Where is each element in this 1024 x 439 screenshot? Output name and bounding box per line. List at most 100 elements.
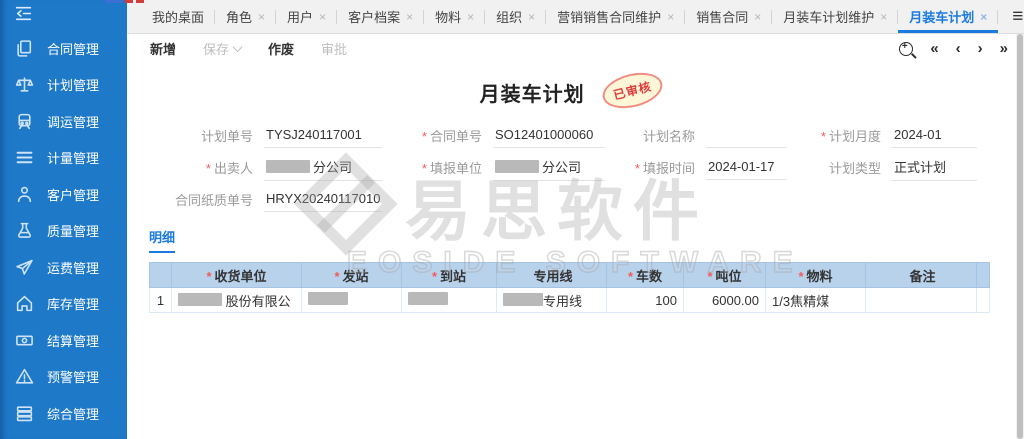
paper-contract-no-input[interactable]: HRYX20240117010: [264, 188, 382, 212]
person-icon: [15, 185, 34, 204]
tab-user[interactable]: 用户×: [276, 0, 337, 33]
col-car-count[interactable]: *车数: [607, 263, 684, 288]
tab-list-menu-icon[interactable]: ≡: [998, 0, 1024, 33]
detail-table: *收货单位 *发站 *到站 专用线 *车数 *吨位 *物料 备注 1 股份有限公: [149, 262, 990, 313]
close-icon[interactable]: ×: [406, 10, 413, 24]
field-reporting-time: *填报时间 2024-01-17: [619, 154, 801, 181]
next-page-button[interactable]: ›: [978, 41, 983, 56]
cell-dedicated-line[interactable]: 专用线: [497, 288, 607, 313]
sidebar-item-comprehensive[interactable]: 综合管理: [0, 395, 127, 432]
col-material[interactable]: *物料: [766, 263, 866, 288]
scrollbar-thumb[interactable]: [1017, 34, 1023, 439]
redacted-text: [266, 160, 310, 173]
col-arrival-station[interactable]: *到站: [402, 263, 497, 288]
tab-monthly-loading-plan[interactable]: 月装车计划×: [898, 0, 998, 33]
plan-type-input[interactable]: 正式计划: [892, 155, 977, 181]
contract-no-input[interactable]: SO12401000060: [493, 124, 605, 148]
menu-fold-icon: [14, 4, 33, 26]
sidebar-item-contract[interactable]: 合同管理: [0, 30, 127, 67]
close-icon[interactable]: ×: [880, 10, 887, 24]
sidebar-item-label: 计划管理: [47, 75, 99, 94]
redacted-text: [408, 292, 448, 305]
sidebar-item-warning[interactable]: 预警管理: [0, 359, 127, 396]
cell-car-count[interactable]: 100: [607, 288, 684, 313]
close-icon[interactable]: ×: [467, 10, 474, 24]
sidebar-item-freight[interactable]: 运费管理: [0, 249, 127, 286]
approved-stamp: 已审核: [599, 67, 666, 114]
cell-arrival-station[interactable]: [402, 288, 497, 313]
tab-organization[interactable]: 组织×: [485, 0, 546, 33]
cell-consignee[interactable]: 股份有限公: [172, 288, 302, 313]
copy-icon: [15, 39, 34, 58]
void-button[interactable]: 作废: [268, 39, 294, 58]
tab-sales-contract-maintain[interactable]: 营销销售合同维护×: [546, 0, 685, 33]
chevron-down-icon: [233, 42, 243, 52]
tab-customer-archive[interactable]: 客户档案×: [337, 0, 424, 33]
field-plan-month: *计划月度 2024-01: [801, 122, 991, 149]
approve-button[interactable]: 审批: [321, 39, 347, 58]
sidebar-item-label: 计量管理: [47, 148, 99, 167]
close-icon[interactable]: ×: [754, 10, 761, 24]
tab-monthly-loading-plan-maintain[interactable]: 月装车计划维护×: [772, 0, 898, 33]
zoom-icon[interactable]: [899, 42, 913, 56]
col-departure-station[interactable]: *发站: [302, 263, 402, 288]
close-icon[interactable]: ×: [319, 10, 326, 24]
col-dedicated-line[interactable]: 专用线: [497, 263, 607, 288]
prev-page-button[interactable]: ‹: [956, 41, 961, 56]
last-page-button[interactable]: »: [1000, 41, 1008, 56]
field-plan-name: 计划名称: [619, 122, 801, 149]
window-edge-artifact: [105, 0, 123, 3]
close-icon[interactable]: ×: [528, 10, 535, 24]
tab-detail[interactable]: 明细: [149, 227, 175, 253]
cell-material[interactable]: 1/3焦精煤: [766, 288, 866, 313]
window-edge-artifact: [136, 0, 144, 3]
sidebar-item-label: 运费管理: [47, 258, 99, 277]
page-title: 月装车计划: [480, 78, 585, 107]
sidebar-item-measure[interactable]: 计量管理: [0, 140, 127, 177]
plan-no-input[interactable]: TYSJ240117001: [264, 124, 382, 148]
table-row[interactable]: 1 股份有限公 专用线 100 6000.00 1/3焦精煤: [150, 288, 990, 313]
reporting-time-input[interactable]: 2024-01-17: [706, 156, 787, 180]
close-icon[interactable]: ×: [667, 10, 674, 24]
sidebar-item-transport[interactable]: 调运管理: [0, 103, 127, 140]
close-icon[interactable]: ×: [980, 10, 987, 24]
field-plan-type: 计划类型 正式计划: [801, 154, 991, 181]
plan-month-input[interactable]: 2024-01: [892, 124, 977, 148]
reporting-unit-input[interactable]: 分公司: [493, 155, 605, 181]
sidebar-item-label: 结算管理: [47, 331, 99, 350]
sidebar-item-customer[interactable]: 客户管理: [0, 176, 127, 213]
field-contract-no: *合同单号 SO12401000060: [396, 122, 619, 149]
redacted-text: [495, 160, 539, 173]
close-icon[interactable]: ×: [258, 10, 265, 24]
save-button[interactable]: 保存: [203, 39, 241, 58]
add-button[interactable]: 新增: [150, 39, 176, 58]
col-tonnage[interactable]: *吨位: [684, 263, 766, 288]
sidebar: 合同管理 计划管理 调运管理 计量管理 客户管理 质量管理 运费管理 库存管理: [0, 0, 127, 439]
col-scroll-spacer: [977, 263, 990, 288]
plan-form: 计划单号 TYSJ240117001 *合同单号 SO12401000060 计…: [149, 122, 1002, 213]
col-remark[interactable]: 备注: [866, 263, 977, 288]
tab-role[interactable]: 角色×: [215, 0, 276, 33]
cell-scroll-spacer: [977, 288, 990, 313]
cell-departure-station[interactable]: [302, 288, 402, 313]
cell-tonnage[interactable]: 6000.00: [684, 288, 766, 313]
field-seller: *出卖人 分公司: [149, 154, 396, 181]
paper-plane-icon: [15, 258, 34, 277]
sidebar-item-settlement[interactable]: 结算管理: [0, 322, 127, 359]
banknote-icon: [15, 331, 34, 350]
sidebar-item-label: 库存管理: [47, 294, 99, 313]
plan-name-input[interactable]: [706, 124, 787, 148]
tab-my-desktop[interactable]: 我的桌面: [141, 0, 215, 33]
tab-material[interactable]: 物料×: [424, 0, 485, 33]
col-consignee[interactable]: *收货单位: [172, 263, 302, 288]
seller-input[interactable]: 分公司: [264, 155, 382, 181]
sidebar-item-quality[interactable]: 质量管理: [0, 213, 127, 250]
cell-remark[interactable]: [866, 288, 977, 313]
sidebar-item-plan[interactable]: 计划管理: [0, 67, 127, 104]
sidebar-collapse-button[interactable]: [0, 0, 127, 30]
vertical-scrollbar[interactable]: [1016, 34, 1024, 439]
tab-sales-contract[interactable]: 销售合同×: [685, 0, 772, 33]
sidebar-item-inventory[interactable]: 库存管理: [0, 286, 127, 323]
sidebar-item-label: 调运管理: [47, 112, 99, 131]
first-page-button[interactable]: «: [930, 41, 938, 56]
